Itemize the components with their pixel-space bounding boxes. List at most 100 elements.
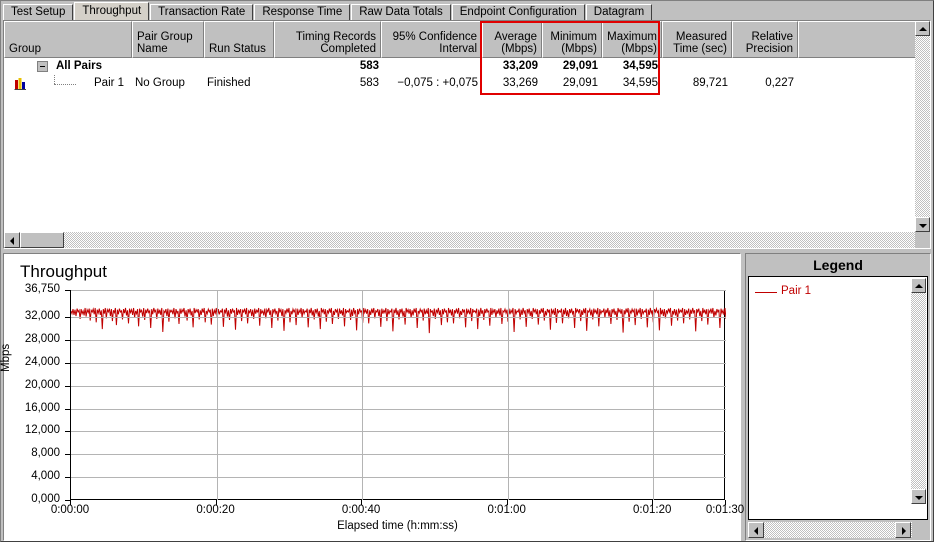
chart-x-axis-label: Elapsed time (h:mm:ss) (337, 520, 458, 532)
tab-strip: Test Setup Throughput Transaction Rate R… (3, 2, 933, 20)
header-line-2: (Mbps) (561, 43, 597, 55)
y-tick-label: 20,000 (24, 378, 60, 391)
column-header-average-mbps[interactable]: Average (Mbps) (482, 21, 542, 58)
tab-throughput[interactable]: Throughput (74, 2, 150, 20)
tab-label: Throughput (82, 5, 142, 17)
table-horizontal-scrollbar[interactable] (4, 232, 917, 248)
cell-confidence-interval: −0,075 : +0,075 (397, 77, 478, 89)
horizontal-gridline (71, 385, 726, 387)
legend-list[interactable]: Pair 1 (748, 276, 928, 520)
header-line-1: Group (9, 43, 41, 55)
header-line-2: Precision (745, 43, 793, 55)
table-row[interactable]: Pair 1 No Group Finished 583 −0,075 : +0… (4, 75, 917, 92)
header-line-2: (Mbps) (501, 43, 537, 55)
chart-plot-area[interactable] (70, 290, 726, 500)
x-tick-label: 0:00:40 (341, 504, 381, 516)
cell-measured-time-sec: 89,721 (692, 77, 728, 89)
cell-average-mbps: 33,209 (502, 60, 538, 72)
legend-title: Legend (813, 257, 863, 273)
scroll-left-button[interactable] (4, 232, 20, 248)
table-body[interactable]: All Pairs 583 33,209 29,091 34,595 Pair … (4, 58, 917, 232)
tree-line-horizontal (54, 84, 76, 86)
tab-datagram[interactable]: Datagram (585, 4, 653, 20)
y-tick-label: 24,000 (24, 355, 60, 368)
tab-label: Raw Data Totals (359, 6, 443, 18)
cell-average-mbps: 33,269 (502, 77, 538, 89)
x-tick-label: 0:00:20 (196, 504, 235, 516)
tab-raw-data-totals[interactable]: Raw Data Totals (351, 4, 451, 20)
y-tick-label: 8,000 (31, 447, 60, 460)
vertical-gridline (362, 290, 364, 500)
column-header-measured-time-sec[interactable]: Measured Time (sec) (662, 21, 732, 58)
horizontal-gridline (71, 317, 726, 319)
cell-maximum-mbps: 34,595 (622, 77, 658, 89)
cell-relative-precision: 0,227 (765, 77, 794, 89)
header-line-1: Measured (675, 31, 727, 43)
legend-horizontal-scrollbar[interactable] (748, 522, 928, 538)
y-tick-label: 16,000 (24, 401, 60, 414)
legend-vertical-scrollbar[interactable] (911, 278, 926, 504)
tree-collapse-icon[interactable] (37, 61, 48, 72)
legend-item-label: Pair 1 (781, 285, 812, 297)
column-header-filler (798, 21, 917, 58)
header-line-1: Minimum (550, 31, 597, 43)
header-line-2: (Mbps) (621, 43, 657, 55)
scroll-up-button[interactable] (915, 21, 930, 36)
horizontal-gridline (71, 362, 726, 364)
cell-timing-records-completed: 583 (359, 77, 379, 89)
tab-label: Endpoint Configuration (459, 6, 577, 18)
header-line-2: Time (sec) (673, 43, 727, 55)
scrollbar-corner (915, 232, 930, 248)
tab-endpoint-configuration[interactable]: Endpoint Configuration (451, 4, 585, 20)
legend-color-swatch (755, 292, 777, 293)
cell-timing-records-completed: 583 (359, 60, 379, 72)
x-tick-label: 0:00:00 (50, 504, 90, 516)
tab-label: Transaction Rate (158, 6, 246, 18)
x-tick-mark (70, 500, 71, 505)
chart-title: Throughput (20, 262, 107, 281)
cell-minimum-mbps: 29,091 (562, 77, 598, 89)
header-line-1: Maximum (607, 31, 657, 43)
column-header-run-status[interactable]: Run Status (204, 21, 274, 58)
header-line-1: Run Status (209, 43, 266, 55)
table-vertical-scrollbar[interactable] (915, 21, 930, 232)
tab-response-time[interactable]: Response Time (254, 4, 351, 20)
x-tick-mark (506, 500, 508, 505)
vertical-gridline (653, 290, 655, 500)
horizontal-scroll-thumb[interactable] (20, 232, 64, 248)
column-header-maximum-mbps[interactable]: Maximum (Mbps) (602, 21, 662, 58)
column-header-group[interactable]: Group (4, 21, 132, 58)
header-line-2: Completed (320, 43, 376, 55)
y-tick-label: 12,000 (24, 424, 60, 437)
header-line-2: Interval (439, 43, 477, 55)
horizontal-gridline (71, 290, 726, 291)
column-header-relative-precision[interactable]: Relative Precision (732, 21, 798, 58)
cell-minimum-mbps: 29,091 (562, 60, 598, 72)
y-tick-label: 4,000 (31, 470, 60, 483)
column-header-pair-group-name[interactable]: Pair Group Name (132, 21, 204, 58)
legend-scroll-right-button[interactable] (895, 522, 911, 538)
vertical-gridline (216, 290, 218, 500)
legend-scroll-left-button[interactable] (748, 522, 764, 538)
scroll-down-button[interactable] (915, 217, 930, 232)
tab-transaction-rate[interactable]: Transaction Rate (150, 4, 254, 20)
tab-test-setup[interactable]: Test Setup (3, 4, 74, 20)
column-header-confidence-interval[interactable]: 95% Confidence Interval (381, 21, 482, 58)
table-header-row: Group Pair Group Name Run Status Timing … (4, 21, 917, 58)
x-tick-label: 0:01:30 (705, 504, 745, 516)
tree-line-vertical (54, 75, 56, 84)
legend-scroll-up-button[interactable] (911, 278, 926, 293)
horizontal-gridline (71, 477, 726, 479)
table-row[interactable]: All Pairs 583 33,209 29,091 34,595 (4, 58, 917, 75)
chart-series-pair-1 (71, 306, 726, 334)
throughput-chart-panel: Throughput Mbps Elapsed time (h:mm:ss) 0… (0, 253, 745, 541)
x-tick-label: 0:01:20 (633, 504, 672, 516)
y-tick-label: 32,000 (24, 310, 60, 323)
tab-label: Test Setup (11, 6, 66, 18)
column-header-minimum-mbps[interactable]: Minimum (Mbps) (542, 21, 602, 58)
cell-pair-group-name: No Group (135, 77, 185, 89)
legend-scroll-down-button[interactable] (911, 489, 926, 504)
y-tick-label: 28,000 (24, 333, 60, 345)
column-header-timing-records-completed[interactable]: Timing Records Completed (274, 21, 381, 58)
x-tick-mark (215, 500, 217, 505)
